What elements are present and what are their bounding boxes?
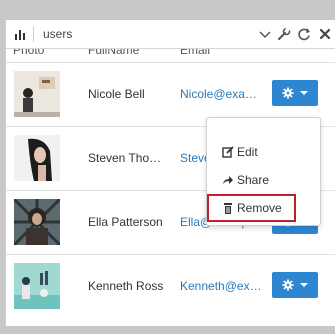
row-actions-menu: Edit Share Remove [206,117,321,226]
menu-item-label: Share [237,173,270,187]
chevron-down-icon [300,283,308,287]
menu-item-label: Remove [237,201,282,215]
column-header-fullname[interactable]: FullName [88,49,139,57]
toolbar: users [6,20,335,49]
panel-title: users [43,27,73,41]
bar-chart-icon [15,30,25,40]
refresh-icon[interactable] [297,27,311,41]
grid-panel: users Photo FullName Email Nicole Bell N… [5,20,335,326]
row-actions-button[interactable] [272,272,318,298]
column-header-photo[interactable]: Photo [13,49,44,57]
table-row[interactable]: Kenneth Ross Kenneth@ex… [6,254,335,318]
chevron-down-icon[interactable] [258,27,272,41]
avatar [14,199,60,245]
row-fullname: Ella Patterson [88,215,163,229]
edit-icon [222,146,234,158]
gear-icon [282,87,294,99]
row-fullname: Nicole Bell [88,87,145,101]
gear-icon [282,279,294,291]
avatar [14,71,60,117]
column-headers: Photo FullName Email [6,49,335,57]
row-fullname: Steven Tho… [88,151,162,165]
avatar [14,135,60,181]
share-icon [223,176,233,184]
menu-item-edit[interactable]: Edit [208,139,319,165]
chevron-down-icon [300,91,308,95]
avatar [14,263,60,309]
row-email-link[interactable]: Kenneth@ex… [180,279,262,293]
menu-item-label: Edit [237,145,258,159]
row-email-link[interactable]: Nicole@exa… [180,87,257,101]
menu-item-remove[interactable]: Remove [207,194,296,222]
close-icon[interactable] [318,27,332,41]
column-header-email[interactable]: Email [180,49,210,57]
toolbar-separator [33,26,34,42]
row-fullname: Kenneth Ross [88,279,164,293]
row-actions-button[interactable] [272,80,318,106]
wrench-icon[interactable] [277,27,291,41]
menu-item-share[interactable]: Share [208,167,319,193]
trash-icon [224,203,232,214]
